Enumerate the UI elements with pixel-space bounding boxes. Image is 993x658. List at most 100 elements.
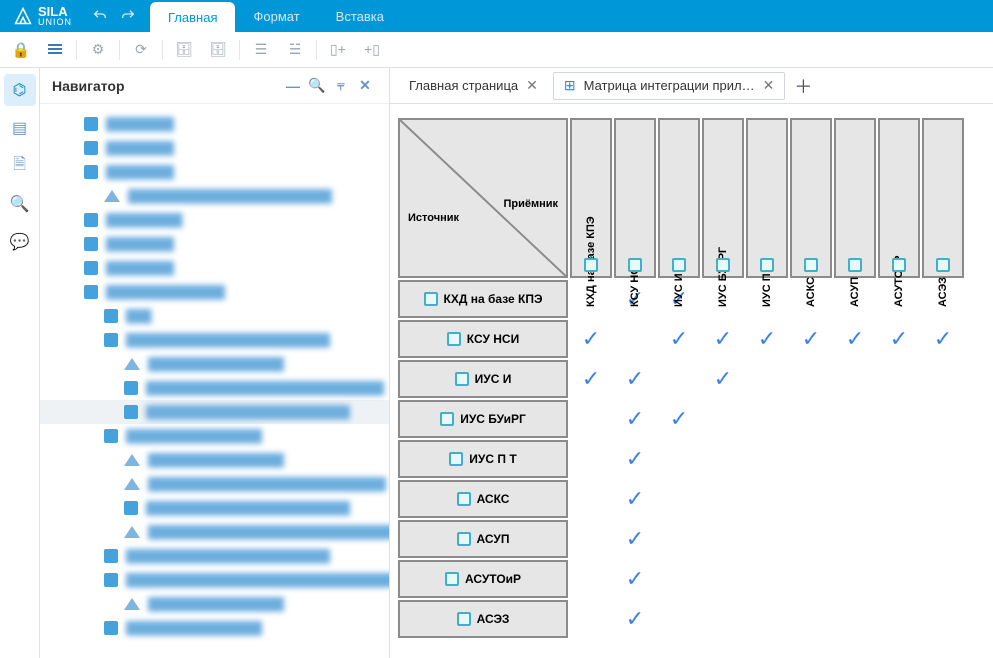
insert-button-1[interactable]: ▯+ xyxy=(321,32,355,68)
matrix-row-header[interactable]: ИУС П Т xyxy=(398,440,568,478)
matrix-cell[interactable] xyxy=(922,400,964,438)
matrix-cell[interactable] xyxy=(702,440,744,478)
matrix-cell[interactable] xyxy=(834,440,876,478)
align-button-2[interactable]: ☱ xyxy=(278,32,312,68)
matrix-cell[interactable] xyxy=(702,600,744,638)
tree-item[interactable]: ████████████████ xyxy=(40,592,389,616)
matrix-cell[interactable] xyxy=(570,480,612,518)
doc-tab-main-page[interactable]: Главная страница ✕ xyxy=(398,72,549,100)
tree-item[interactable]: ████████████████████████ xyxy=(40,184,389,208)
matrix-cell[interactable]: ✓ xyxy=(570,360,612,398)
tree-item[interactable]: ██████████████ xyxy=(40,280,389,304)
matrix-cell[interactable]: ✓ xyxy=(614,400,656,438)
tree-item[interactable]: ████████████████████████████ xyxy=(40,472,389,496)
matrix-row-header[interactable]: АСУТОиР xyxy=(398,560,568,598)
matrix-row-header[interactable]: КСУ НСИ xyxy=(398,320,568,358)
matrix-cell[interactable] xyxy=(834,520,876,558)
matrix-cell[interactable] xyxy=(746,360,788,398)
navigator-tree[interactable]: ████████ ████████ ████████ █████████████… xyxy=(40,104,389,658)
matrix-cell[interactable] xyxy=(834,560,876,598)
matrix-cell[interactable] xyxy=(702,560,744,598)
tree-item[interactable]: ████████████████ xyxy=(40,616,389,640)
tree-item[interactable]: ████████████████ xyxy=(40,448,389,472)
matrix-cell[interactable]: ✓ xyxy=(878,320,920,358)
lines-button[interactable] xyxy=(38,32,72,68)
matrix-cell[interactable] xyxy=(922,440,964,478)
matrix-cell[interactable] xyxy=(922,360,964,398)
matrix-cell[interactable]: ✓ xyxy=(702,360,744,398)
matrix-cell[interactable]: ✓ xyxy=(614,520,656,558)
matrix-cell[interactable] xyxy=(658,360,700,398)
matrix-row-header[interactable]: АСКС xyxy=(398,480,568,518)
tree-item[interactable]: ████████ xyxy=(40,136,389,160)
matrix-cell[interactable] xyxy=(746,520,788,558)
matrix-row-header[interactable]: АСЭЗ xyxy=(398,600,568,638)
matrix-cell[interactable] xyxy=(746,600,788,638)
minimize-button[interactable]: — xyxy=(281,74,305,98)
matrix-cell[interactable] xyxy=(922,560,964,598)
matrix-col-header[interactable]: КХД на базе КПЭ xyxy=(570,118,612,278)
nav-search-button[interactable]: 🔍 xyxy=(305,74,329,98)
matrix-row-header[interactable]: ИУС И xyxy=(398,360,568,398)
matrix-col-header[interactable]: ИУС И xyxy=(658,118,700,278)
matrix-cell[interactable] xyxy=(878,600,920,638)
settings-button[interactable]: ⚙ xyxy=(81,32,115,68)
matrix-cell[interactable] xyxy=(746,440,788,478)
matrix-cell[interactable]: ✓ xyxy=(614,440,656,478)
close-icon[interactable]: ✕ xyxy=(526,77,538,94)
db-button-1[interactable]: 🗄 xyxy=(167,32,201,68)
refresh-button[interactable]: ⟳ xyxy=(124,32,158,68)
tree-item[interactable]: ████████ xyxy=(40,160,389,184)
matrix-row-header[interactable]: КХД на базе КПЭ xyxy=(398,280,568,318)
matrix-cell[interactable] xyxy=(790,520,832,558)
matrix-cell[interactable]: ✓ xyxy=(614,480,656,518)
matrix-cell[interactable]: ✓ xyxy=(658,400,700,438)
matrix-cell[interactable] xyxy=(658,560,700,598)
matrix-cell[interactable]: ✓ xyxy=(570,320,612,358)
matrix-cell[interactable]: ✓ xyxy=(702,320,744,358)
nav-close-button[interactable]: ✕ xyxy=(353,74,377,98)
matrix-cell[interactable] xyxy=(878,400,920,438)
db-button-2[interactable]: 🗄 xyxy=(201,32,235,68)
matrix-cell[interactable] xyxy=(658,520,700,558)
matrix-cell[interactable] xyxy=(878,480,920,518)
matrix-cell[interactable] xyxy=(570,440,612,478)
matrix-cell[interactable] xyxy=(922,480,964,518)
matrix-cell[interactable] xyxy=(790,360,832,398)
matrix-cell[interactable] xyxy=(922,600,964,638)
matrix-cell[interactable] xyxy=(658,480,700,518)
doc-tab-matrix[interactable]: ⊞ Матрица интеграции прил… ✕ xyxy=(553,72,786,100)
redo-button[interactable] xyxy=(114,0,142,32)
matrix-cell[interactable] xyxy=(614,320,656,358)
matrix-cell[interactable] xyxy=(658,600,700,638)
matrix-col-header[interactable]: АСЭЗ xyxy=(922,118,964,278)
undo-button[interactable] xyxy=(86,0,114,32)
matrix-cell[interactable] xyxy=(834,400,876,438)
matrix-col-header[interactable]: ИУС П Т xyxy=(746,118,788,278)
matrix-cell[interactable] xyxy=(790,600,832,638)
matrix-cell[interactable] xyxy=(570,560,612,598)
matrix-cell[interactable]: ✓ xyxy=(658,320,700,358)
matrix-cell[interactable] xyxy=(570,600,612,638)
rail-comment-button[interactable]: 💬 xyxy=(4,226,36,258)
rail-structure-button[interactable]: ▤ xyxy=(4,112,36,144)
tree-item[interactable]: ████████████████ xyxy=(40,352,389,376)
matrix-cell[interactable]: ✓ xyxy=(790,320,832,358)
tree-item[interactable]: ████████████████████████ xyxy=(40,496,389,520)
tree-item[interactable]: ████████████████████████████████ xyxy=(40,568,389,592)
matrix-cell[interactable]: ✓ xyxy=(746,320,788,358)
titlebar-tab-main[interactable]: Главная xyxy=(150,2,235,32)
tree-item[interactable]: █████████ xyxy=(40,208,389,232)
tree-item[interactable]: ████████████████████████████████ xyxy=(40,520,389,544)
matrix-cell[interactable] xyxy=(746,560,788,598)
matrix-cell[interactable]: ✓ xyxy=(614,600,656,638)
matrix-row-header[interactable]: ИУС БУиРГ xyxy=(398,400,568,438)
tree-item[interactable]: ████████████████████████████ xyxy=(40,376,389,400)
rail-search-button[interactable]: 🔍 xyxy=(4,188,36,220)
lock-button[interactable]: 🔒 xyxy=(4,32,38,68)
matrix-cell[interactable] xyxy=(790,560,832,598)
matrix-cell[interactable] xyxy=(834,360,876,398)
matrix-cell[interactable] xyxy=(746,400,788,438)
tree-item[interactable]: ████████ xyxy=(40,232,389,256)
matrix-cell[interactable] xyxy=(834,480,876,518)
